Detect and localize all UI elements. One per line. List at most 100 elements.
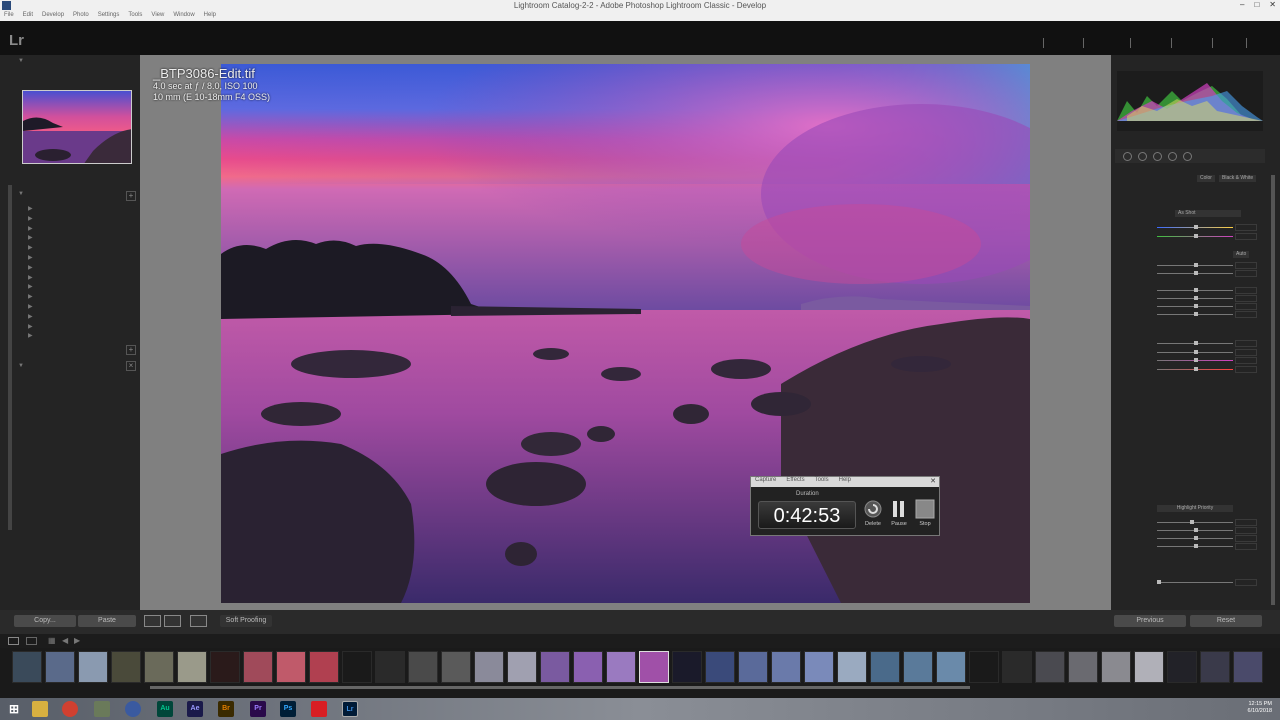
grain-amount-knob[interactable]	[1157, 580, 1161, 584]
loupe-view-button[interactable]	[144, 615, 161, 627]
second-window-icon[interactable]	[26, 637, 37, 645]
whites-value[interactable]	[1235, 303, 1257, 310]
vibrance-slider[interactable]	[1157, 358, 1233, 362]
highlights-slider[interactable]	[1157, 288, 1233, 292]
clear-history-icon[interactable]: ×	[126, 361, 136, 371]
highlight-priority-select[interactable]: Highlight Priority	[1157, 505, 1233, 512]
timer-menu-tools[interactable]: Tools	[815, 477, 829, 487]
main-window-icon[interactable]	[8, 637, 19, 645]
saturation-slider[interactable]	[1157, 367, 1233, 371]
soft-proofing-toggle[interactable]: Soft Proofing	[220, 615, 272, 627]
vibrance-value[interactable]	[1235, 357, 1257, 364]
filmstrip-thumb[interactable]	[705, 651, 735, 683]
stop-button[interactable]	[915, 499, 935, 519]
grain-amount-value[interactable]	[1235, 579, 1257, 586]
photoshop-icon[interactable]: Ps	[280, 701, 296, 717]
filmstrip-thumb[interactable]	[177, 651, 207, 683]
chrome-icon[interactable]	[62, 701, 78, 717]
crop-tool-icon[interactable]	[1123, 151, 1132, 161]
reset-button[interactable]: Reset	[1190, 615, 1262, 627]
presets-triangle-icon[interactable]: ▼	[18, 191, 24, 197]
menu-develop[interactable]: Develop	[42, 12, 64, 21]
acrobat-icon[interactable]	[311, 701, 327, 717]
filmstrip-thumb[interactable]	[45, 651, 75, 683]
saturation-value[interactable]	[1235, 366, 1257, 373]
histogram[interactable]	[1117, 71, 1263, 131]
maximize-icon[interactable]: □	[1254, 0, 1259, 9]
spot-removal-icon[interactable]	[1138, 151, 1147, 161]
filmstrip-thumb[interactable]	[804, 651, 834, 683]
filmstrip-thumb[interactable]	[606, 651, 636, 683]
back-arrow-icon[interactable]: ◀	[62, 636, 68, 645]
lightroom-icon[interactable]: Lr	[342, 701, 358, 717]
file-explorer-icon[interactable]	[32, 701, 48, 717]
vignette-feather-value[interactable]	[1235, 543, 1257, 550]
filmstrip-thumb[interactable]	[375, 651, 405, 683]
add-preset-icon[interactable]: +	[126, 191, 136, 201]
menu-window[interactable]: Window	[173, 12, 194, 21]
shadows-slider[interactable]	[1157, 296, 1233, 300]
exposure-knob[interactable]	[1194, 263, 1198, 267]
filmstrip-thumb[interactable]	[903, 651, 933, 683]
filmstrip-thumb[interactable]	[1233, 651, 1263, 683]
grain-amount-slider[interactable]	[1157, 580, 1233, 584]
filmstrip-thumb[interactable]	[441, 651, 471, 683]
timer-menu-effects[interactable]: Effects	[786, 477, 804, 487]
auto-tone-button[interactable]: Auto	[1233, 251, 1250, 258]
bridge-icon[interactable]: Br	[218, 701, 234, 717]
vignette-roundness-slider[interactable]	[1157, 536, 1233, 540]
temp-value[interactable]	[1235, 224, 1257, 231]
radial-filter-icon[interactable]	[1183, 151, 1192, 161]
clarity-slider[interactable]	[1157, 350, 1233, 354]
timer-menu-help[interactable]: Help	[839, 477, 851, 487]
saturation-knob[interactable]	[1194, 367, 1198, 371]
filmstrip-scrollbar[interactable]	[150, 686, 970, 689]
tint-value[interactable]	[1235, 233, 1257, 240]
pause-button[interactable]	[889, 499, 909, 519]
red-eye-icon[interactable]	[1153, 151, 1162, 161]
exposure-slider[interactable]	[1157, 263, 1233, 267]
filmstrip-thumb[interactable]	[672, 651, 702, 683]
filmstrip-thumb[interactable]	[507, 651, 537, 683]
browser-icon[interactable]	[125, 701, 141, 717]
filmstrip-thumb[interactable]	[12, 651, 42, 683]
vignette-feather-knob[interactable]	[1194, 544, 1198, 548]
timer-menu-capture[interactable]: Capture	[755, 477, 776, 487]
vignette-midpoint-value[interactable]	[1235, 527, 1257, 534]
menu-tools[interactable]: Tools	[128, 12, 142, 21]
filmstrip-thumb[interactable]	[1035, 651, 1065, 683]
before-after-button[interactable]	[164, 615, 181, 627]
right-scrollbar[interactable]	[1271, 175, 1275, 605]
tab-black-white[interactable]: Black & White	[1219, 175, 1257, 182]
vignette-midpoint-knob[interactable]	[1194, 528, 1198, 532]
filmstrip-thumb[interactable]	[573, 651, 603, 683]
after-effects-icon[interactable]: Ae	[187, 701, 203, 717]
shadows-value[interactable]	[1235, 295, 1257, 302]
vignette-amount-knob[interactable]	[1190, 520, 1194, 524]
white-balance-select[interactable]: As Shot	[1175, 210, 1241, 217]
filmstrip-thumb[interactable]	[474, 651, 504, 683]
vignette-amount-value[interactable]	[1235, 519, 1257, 526]
texture-knob[interactable]	[1194, 341, 1198, 345]
copy-button[interactable]: Copy...	[14, 615, 76, 627]
texture-value[interactable]	[1235, 340, 1257, 347]
vignette-amount-slider[interactable]	[1157, 520, 1233, 524]
clarity-knob[interactable]	[1194, 350, 1198, 354]
premiere-icon[interactable]: Pr	[250, 701, 266, 717]
filmstrip-thumb[interactable]	[408, 651, 438, 683]
filmstrip-thumb[interactable]	[1068, 651, 1098, 683]
filmstrip-thumb[interactable]	[210, 651, 240, 683]
filmstrip-thumb[interactable]	[1002, 651, 1032, 683]
vignette-feather-slider[interactable]	[1157, 544, 1233, 548]
temp-knob[interactable]	[1194, 225, 1198, 229]
highlights-knob[interactable]	[1194, 288, 1198, 292]
history-triangle-icon[interactable]: ▼	[18, 363, 24, 369]
filmstrip-thumb[interactable]	[144, 651, 174, 683]
add-snapshot-icon[interactable]: +	[126, 345, 136, 355]
forward-arrow-icon[interactable]: ▶	[74, 636, 80, 645]
audition-icon[interactable]: Au	[157, 701, 173, 717]
paste-button[interactable]: Paste	[78, 615, 136, 627]
filmstrip-thumb[interactable]	[276, 651, 306, 683]
previous-button[interactable]: Previous	[1114, 615, 1186, 627]
texture-slider[interactable]	[1157, 341, 1233, 345]
